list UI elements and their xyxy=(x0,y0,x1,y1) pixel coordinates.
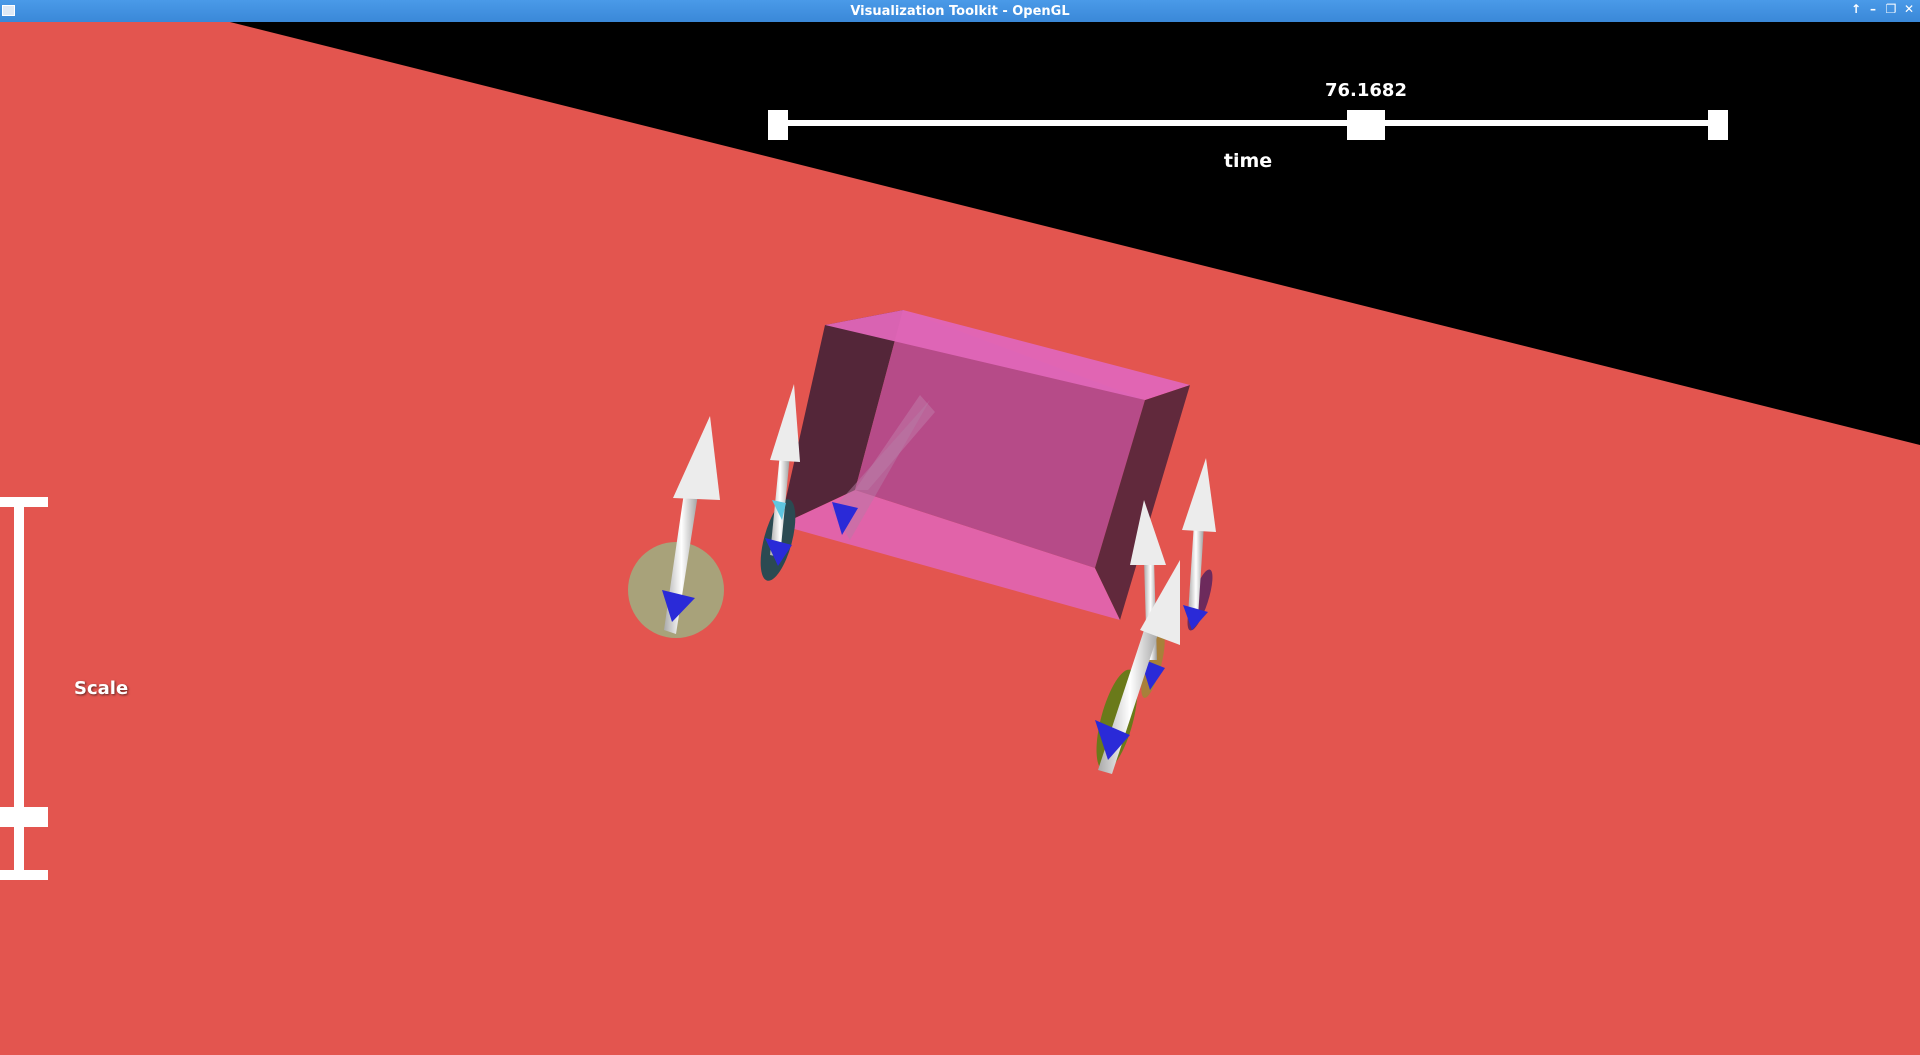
slider-track[interactable] xyxy=(778,120,1726,126)
scale-label: Scale xyxy=(74,678,129,699)
slider-right-cap xyxy=(1708,110,1728,140)
slider-left-cap xyxy=(768,110,788,140)
close-icon[interactable]: ✕ xyxy=(1902,2,1916,16)
slider-title-label: time xyxy=(1223,150,1273,172)
slider-value-label: 76.1682 xyxy=(1325,80,1407,101)
render-viewport[interactable] xyxy=(0,22,1920,1055)
window-title: Visualization Toolkit - OpenGL xyxy=(850,4,1070,19)
minimize-icon[interactable]: – xyxy=(1866,2,1880,16)
slider-knob[interactable] xyxy=(1347,110,1385,140)
window-titlebar[interactable]: Visualization Toolkit - OpenGL ↑ – ❐ ✕ xyxy=(0,0,1920,22)
keep-above-icon[interactable]: ↑ xyxy=(1849,2,1863,16)
maximize-icon[interactable]: ❐ xyxy=(1884,2,1898,16)
